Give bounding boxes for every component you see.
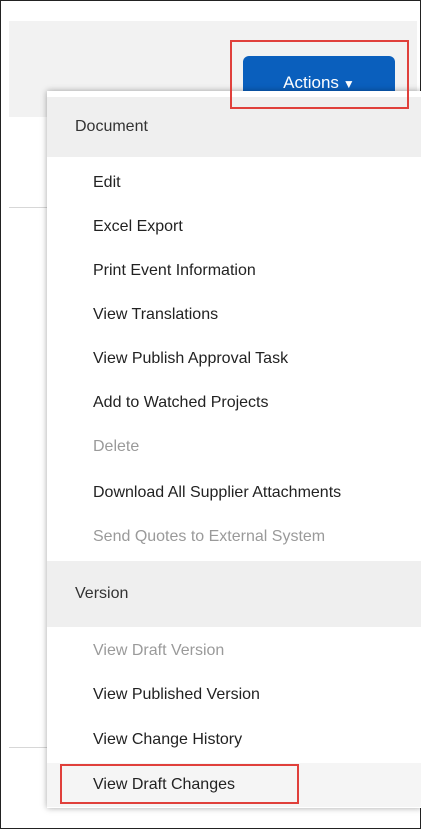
chevron-down-icon: ▼ xyxy=(342,77,355,91)
menu-item-download-all-supplier-attachments[interactable]: Download All Supplier Attachments xyxy=(47,471,421,515)
menu-section-header-version: Version xyxy=(47,561,421,627)
menu-item-delete: Delete xyxy=(93,438,140,455)
background-divider xyxy=(9,747,49,748)
menu-item-view-draft-changes[interactable]: View Draft Changes xyxy=(47,763,421,807)
actions-dropdown-menu: Document Edit Excel Export Print Event I… xyxy=(47,91,421,808)
menu-item-view-draft-version: View Draft Version xyxy=(93,642,225,659)
menu-item-excel-export[interactable]: Excel Export xyxy=(47,205,421,249)
menu-item-view-change-history[interactable]: View Change History xyxy=(47,718,421,762)
menu-item-print-event-information[interactable]: Print Event Information xyxy=(47,249,421,293)
menu-section-header-document: Document xyxy=(47,97,421,157)
actions-button-label: Actions xyxy=(283,73,339,92)
menu-item-send-quotes-to-external-system: Send Quotes to External System xyxy=(93,528,326,545)
menu-item-edit[interactable]: Edit xyxy=(47,161,421,205)
background-divider xyxy=(9,207,49,208)
actions-button[interactable]: Actions ▼ xyxy=(243,56,395,96)
menu-item-view-translations[interactable]: View Translations xyxy=(47,293,421,337)
menu-item-add-to-watched-projects[interactable]: Add to Watched Projects xyxy=(47,381,421,425)
menu-item-view-publish-approval-task[interactable]: View Publish Approval Task xyxy=(47,337,421,381)
menu-item-view-published-version[interactable]: View Published Version xyxy=(47,673,421,717)
screenshot-frame: Actions ▼ Document Edit Excel Export Prin… xyxy=(0,0,421,829)
